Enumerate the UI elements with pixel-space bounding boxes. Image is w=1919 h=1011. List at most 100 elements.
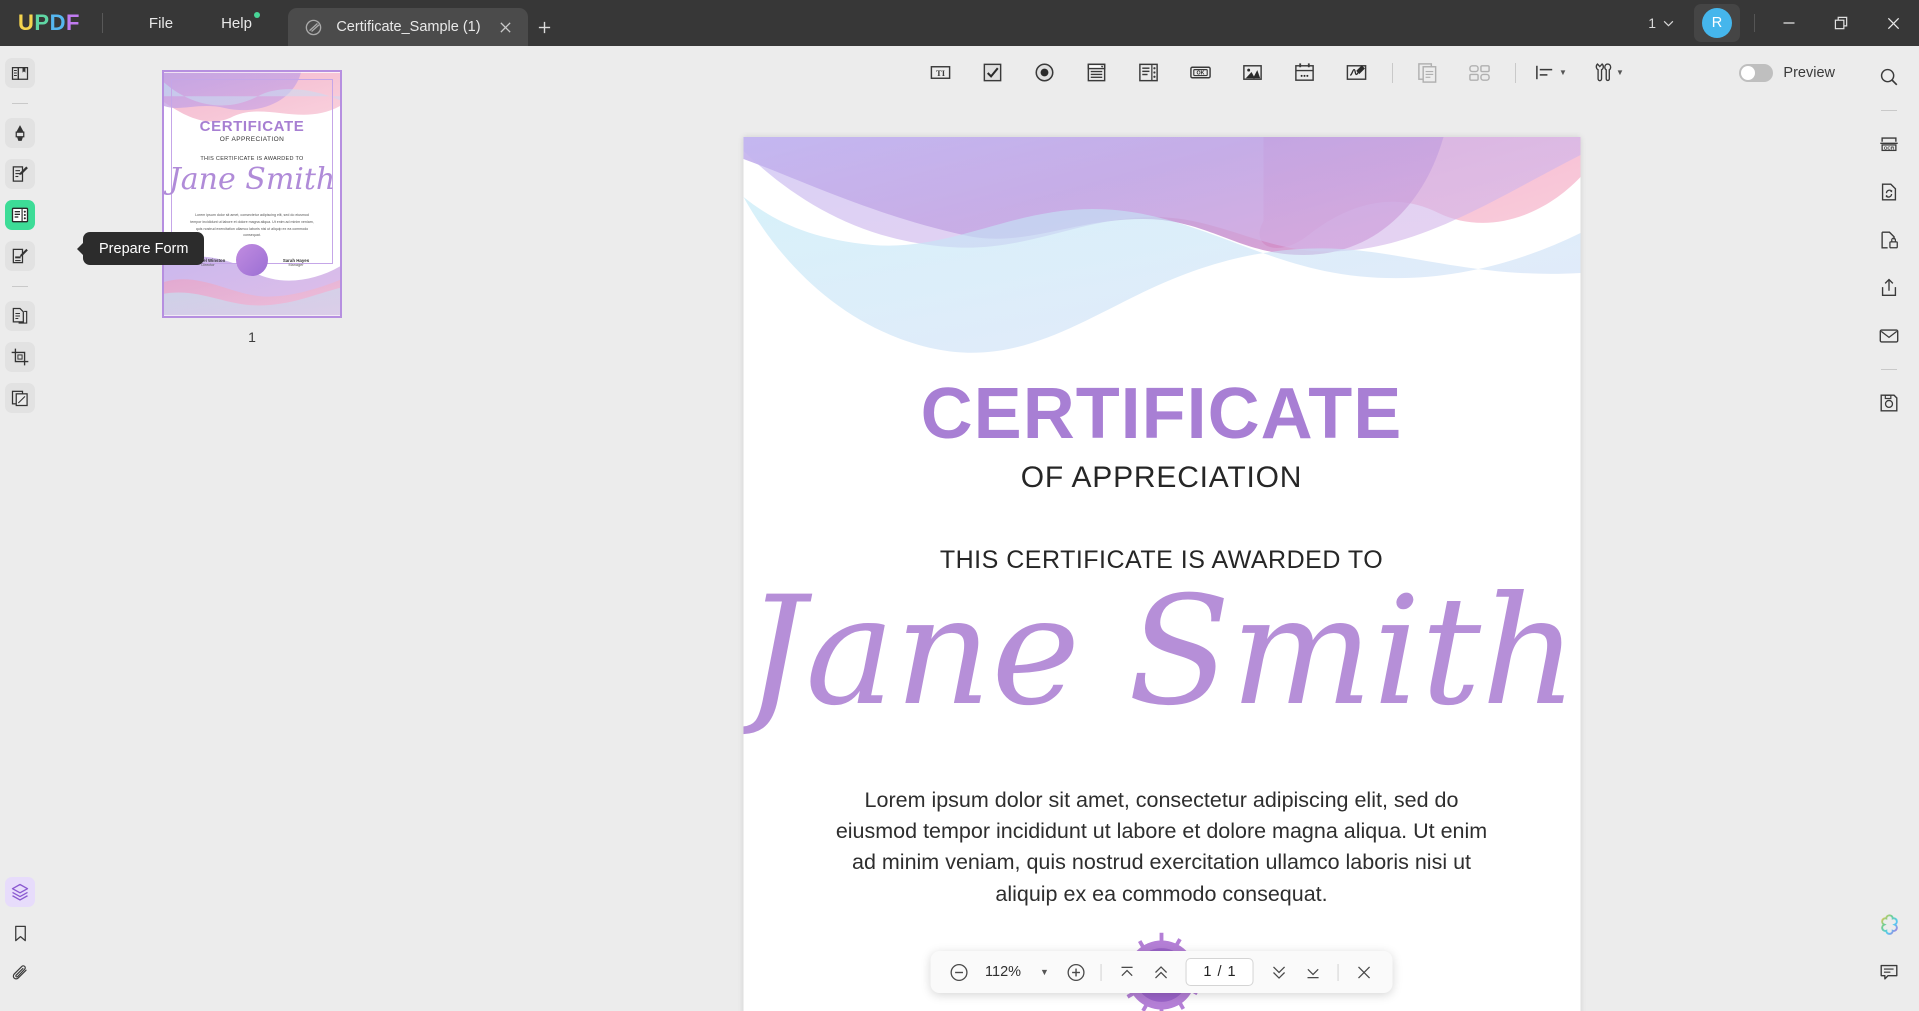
- tool-date-field[interactable]: [1285, 56, 1325, 90]
- certificate-subtitle: OF APPRECIATION: [1020, 461, 1303, 494]
- thumbnail-page-number: 1: [248, 329, 256, 345]
- tool-image-field[interactable]: [1233, 56, 1273, 90]
- certificate-recipient-name: Jane Smith: [745, 565, 1578, 739]
- pdf-page[interactable]: CERTIFICATE OF APPRECIATION THIS CERTIFI…: [743, 137, 1580, 1011]
- logo-letter-u: U: [18, 10, 35, 35]
- image-field-icon: [1243, 65, 1262, 80]
- window-close-button[interactable]: [1867, 0, 1919, 46]
- zoom-level-value[interactable]: 112%: [977, 964, 1029, 980]
- window-maximize-button[interactable]: [1815, 0, 1867, 46]
- title-bar: UPDF File Help Certificate_Sample (1) 1 …: [0, 0, 1919, 46]
- tool-list-box[interactable]: [1129, 56, 1169, 90]
- tool-signature-field[interactable]: [1337, 56, 1377, 90]
- previous-page-button[interactable]: [1145, 956, 1177, 988]
- prepare-form-tooltip: Prepare Form: [83, 232, 205, 265]
- sidebar-item-bookmarks[interactable]: [5, 918, 35, 948]
- wrench-tools-icon: [1595, 63, 1612, 82]
- window-instance-selector[interactable]: 1: [1634, 0, 1688, 46]
- chevron-down-double-icon: [1272, 966, 1285, 979]
- last-page-button[interactable]: [1297, 956, 1329, 988]
- book-reader-icon: [11, 66, 29, 80]
- next-page-button[interactable]: [1263, 956, 1295, 988]
- restore-window-icon: [1834, 16, 1847, 29]
- convert-icon: [1881, 183, 1897, 201]
- menu-help[interactable]: Help: [197, 0, 276, 46]
- tool-dropdown[interactable]: [1077, 56, 1117, 90]
- menu-help-label: Help: [221, 14, 252, 32]
- align-left-icon: [1536, 65, 1553, 80]
- title-bar-right: 1 R: [1634, 0, 1919, 46]
- right-item-share[interactable]: [1872, 271, 1906, 305]
- tab-close-icon[interactable]: [494, 15, 518, 39]
- first-page-button[interactable]: [1111, 956, 1143, 988]
- window-minimize-button[interactable]: [1763, 0, 1815, 46]
- updf-logo: UPDF: [18, 12, 80, 34]
- tool-tab-order[interactable]: [1460, 56, 1500, 90]
- rail-divider-1: [12, 103, 28, 104]
- zoom-out-icon: [950, 963, 968, 981]
- menu-help-notification-dot: [253, 12, 260, 18]
- preview-toggle-group[interactable]: Preview: [1739, 63, 1835, 82]
- sidebar-item-reader-view[interactable]: [5, 58, 35, 88]
- right-item-ai-assistant[interactable]: [1872, 907, 1906, 941]
- tab-certificate-sample[interactable]: Certificate_Sample (1): [287, 8, 528, 46]
- account-button[interactable]: R: [1694, 4, 1740, 42]
- updf-window: UPDF File Help Certificate_Sample (1) 1 …: [0, 0, 1919, 1011]
- zoom-in-button[interactable]: [1060, 956, 1092, 988]
- thumbnail-recipient: Jane Smith: [168, 162, 336, 197]
- zoom-dropdown-caret-icon[interactable]: ▼: [1031, 967, 1058, 977]
- tool-check-box[interactable]: [973, 56, 1013, 90]
- sidebar-item-layers[interactable]: [5, 877, 35, 907]
- plus-icon: [539, 21, 551, 33]
- sidebar-item-annotate[interactable]: [5, 118, 35, 148]
- right-item-email[interactable]: [1872, 319, 1906, 353]
- right-item-save-as[interactable]: [1872, 386, 1906, 420]
- sidebar-item-prepare-form[interactable]: [5, 200, 35, 230]
- tool-form-tools[interactable]: ▼: [1583, 56, 1633, 90]
- first-page-icon: [1121, 966, 1133, 976]
- tool-copy-fields[interactable]: [1408, 56, 1448, 90]
- page-thumbnail[interactable]: CERTIFICATE OF APPRECIATION THIS CERTIFI…: [162, 70, 342, 318]
- certificate-body-text: Lorem ipsum dolor sit amet, consectetur …: [835, 788, 1488, 906]
- sidebar-item-organize-pages[interactable]: [5, 301, 35, 331]
- page-thumbnail-panel: CERTIFICATE OF APPRECIATION THIS CERTIFI…: [40, 46, 464, 1011]
- toolbar-divider-1: [1391, 62, 1393, 83]
- logo-letter-p: P: [34, 10, 50, 35]
- right-item-protect[interactable]: [1872, 223, 1906, 257]
- page-indicator-field[interactable]: 1 / 1: [1185, 958, 1254, 986]
- sidebar-item-compare[interactable]: [5, 383, 35, 413]
- document-viewport[interactable]: CERTIFICATE OF APPRECIATION THIS CERTIFI…: [464, 99, 1859, 1011]
- bookmark-icon: [14, 925, 26, 941]
- tool-text-field[interactable]: TI: [921, 56, 961, 90]
- ocr-icon: OCR: [1880, 137, 1898, 151]
- sidebar-item-edit-pdf[interactable]: [5, 159, 35, 189]
- close-pagebar-button[interactable]: [1348, 956, 1380, 988]
- thumbnail-seal: [236, 244, 268, 276]
- preview-toggle-switch[interactable]: [1739, 63, 1774, 82]
- zoom-out-button[interactable]: [943, 956, 975, 988]
- list-box-icon: [1139, 63, 1158, 82]
- last-page-icon: [1307, 968, 1319, 978]
- tool-align[interactable]: ▼: [1531, 56, 1571, 90]
- menu-file-label: File: [148, 14, 174, 32]
- sidebar-item-fill-sign[interactable]: [5, 241, 35, 271]
- sidebar-item-attachments[interactable]: [5, 959, 35, 989]
- new-tab-button[interactable]: [528, 8, 562, 46]
- grid-layout-icon: [1469, 65, 1490, 81]
- tool-push-button[interactable]: OK: [1181, 56, 1221, 90]
- highlighter-icon: [15, 125, 25, 141]
- signature-icon: [1346, 65, 1367, 80]
- right-item-ocr[interactable]: OCR: [1872, 127, 1906, 161]
- checkbox-icon: [983, 63, 1002, 82]
- right-item-comments[interactable]: [1872, 955, 1906, 989]
- right-item-convert[interactable]: [1872, 175, 1906, 209]
- right-item-search[interactable]: [1872, 60, 1906, 94]
- menu-file[interactable]: File: [125, 0, 197, 46]
- zoom-in-icon: [1067, 963, 1085, 981]
- svg-text:OCR: OCR: [1884, 145, 1895, 151]
- sidebar-item-crop-pages[interactable]: [5, 342, 35, 372]
- align-caret-icon: ▼: [1559, 68, 1567, 77]
- certificate-title: CERTIFICATE: [920, 374, 1403, 454]
- text-field-icon: TI: [930, 66, 951, 79]
- tool-radio-button[interactable]: [1025, 56, 1065, 90]
